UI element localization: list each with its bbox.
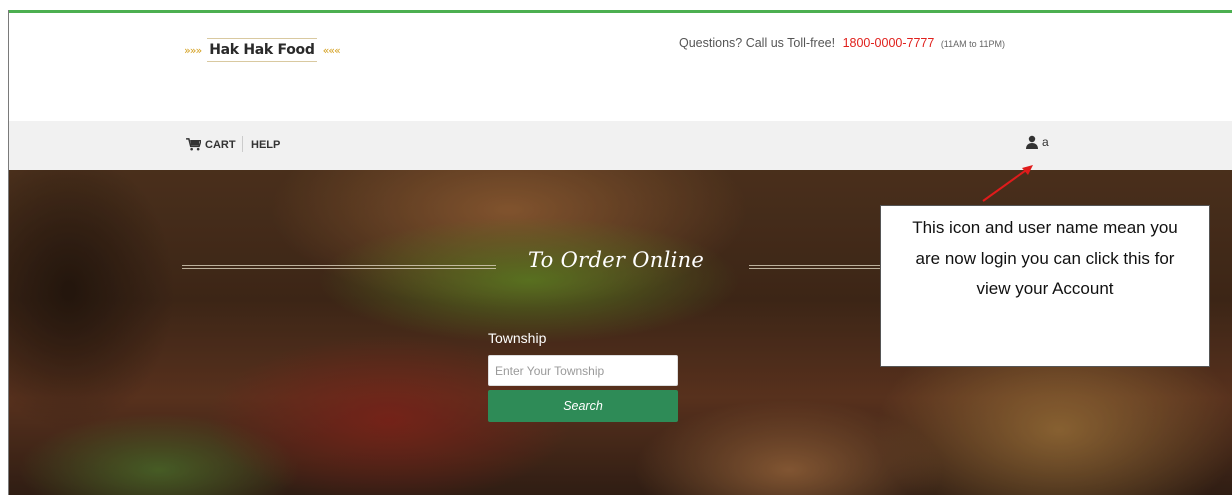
wheat-left-icon: »»» bbox=[184, 43, 202, 57]
cart-icon bbox=[186, 138, 201, 151]
browser-page: »»» Hak Hak Food ««« Questions? Call us … bbox=[8, 10, 1232, 495]
top-accent-line bbox=[9, 10, 1232, 13]
contact-info: Questions? Call us Toll-free! 1800-0000-… bbox=[679, 36, 1005, 50]
search-button[interactable]: Search bbox=[488, 390, 678, 422]
nav-divider bbox=[242, 136, 243, 152]
wheat-right-icon: ««« bbox=[322, 43, 341, 57]
username-label: a bbox=[1042, 135, 1049, 149]
contact-text: Questions? Call us Toll-free! bbox=[679, 36, 836, 50]
phone-number[interactable]: 1800-0000-7777 bbox=[843, 36, 935, 50]
help-link[interactable]: HELP bbox=[251, 139, 280, 151]
hero-title: To Order Online bbox=[528, 248, 705, 272]
township-input[interactable] bbox=[488, 355, 678, 386]
user-icon bbox=[1026, 135, 1038, 149]
business-hours: (11AM to 11PM) bbox=[940, 39, 1005, 49]
nav-bar: CART HELP a bbox=[9, 121, 1232, 170]
title-rule-left bbox=[182, 265, 496, 269]
annotation-callout: This icon and user name mean you are now… bbox=[880, 205, 1210, 367]
annotation-arrow bbox=[982, 165, 1033, 202]
cart-link[interactable]: CART bbox=[186, 138, 236, 151]
site-logo[interactable]: »»» Hak Hak Food ««« bbox=[184, 34, 341, 66]
user-account-link[interactable]: a bbox=[1025, 135, 1049, 149]
brand-name: Hak Hak Food bbox=[207, 38, 317, 62]
cart-label: CART bbox=[205, 138, 236, 151]
township-label: Township bbox=[488, 330, 547, 346]
